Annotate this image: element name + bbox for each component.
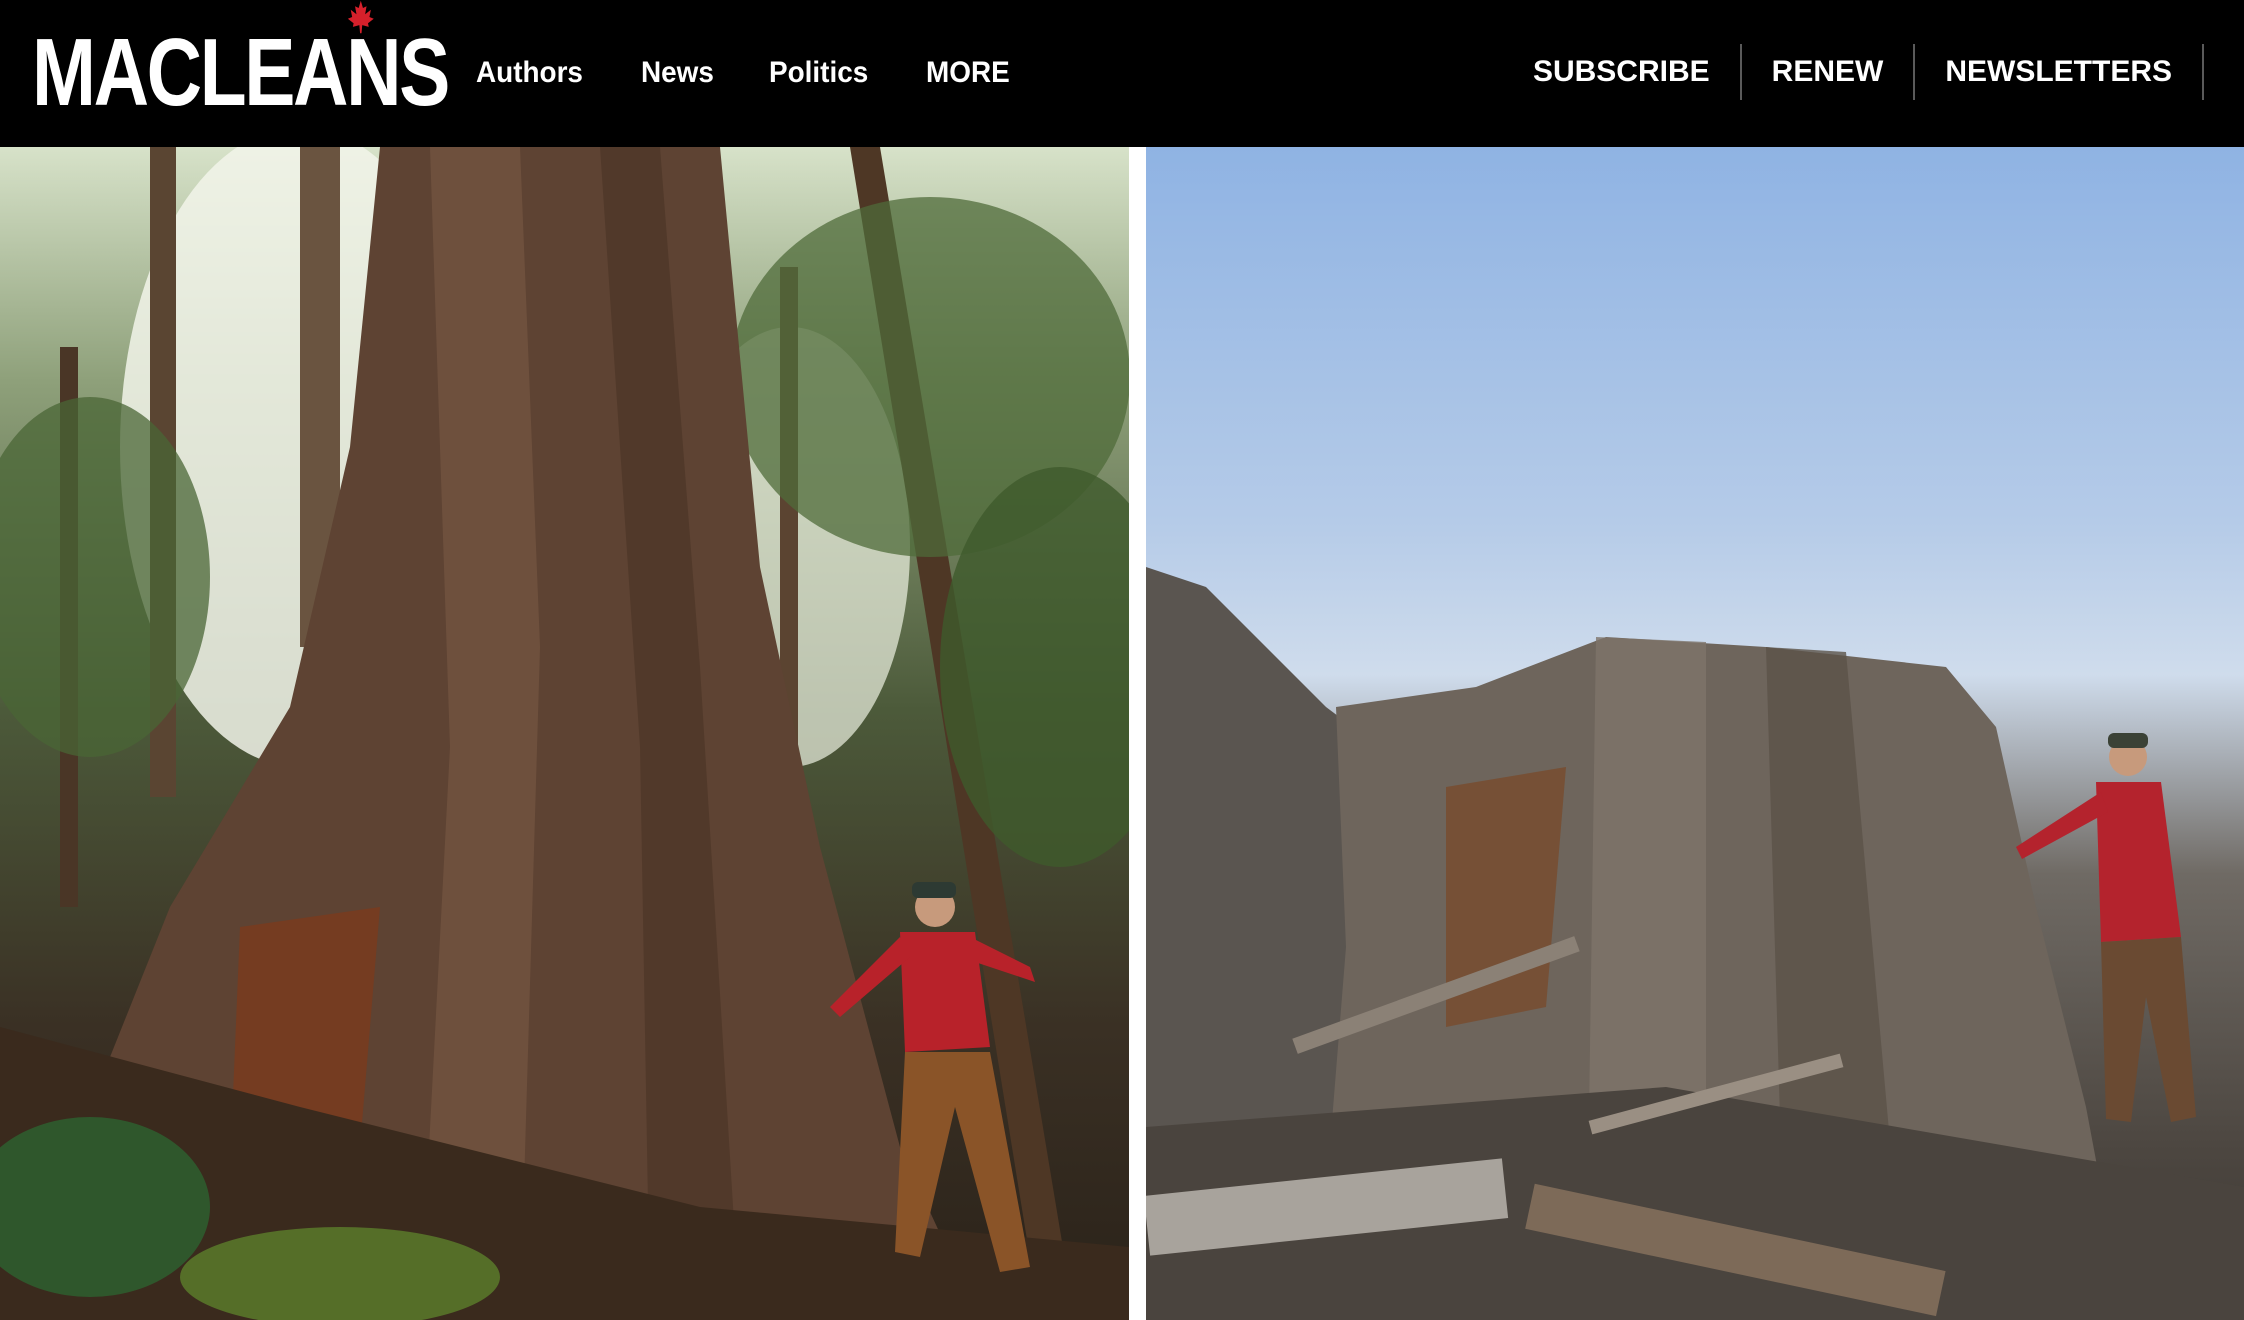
site-logo[interactable]: MACLEAN S <box>32 0 450 126</box>
logo-text-main: MACLEAN <box>32 19 402 126</box>
newsletters-link[interactable]: NEWSLETTERS <box>1915 44 2204 100</box>
photo-old-growth-cedar <box>0 147 1129 1320</box>
site-header: MACLEAN S Authors News Politics MORE SUBS… <box>0 0 2244 147</box>
nav-item-more[interactable]: MORE <box>926 56 1010 90</box>
nav-item-politics[interactable]: Politics <box>769 56 868 90</box>
photo-divider <box>1129 147 1146 1320</box>
nav-item-news[interactable]: News <box>641 56 714 90</box>
account-links: SUBSCRIBE RENEW NEWSLETTERS <box>1533 44 2204 100</box>
subscribe-link[interactable]: SUBSCRIBE <box>1533 44 1742 100</box>
renew-link[interactable]: RENEW <box>1742 44 1916 100</box>
logo-text-suffix: S <box>399 19 450 126</box>
forest-illustration <box>0 147 1129 1320</box>
primary-nav: Authors News Politics MORE <box>476 48 1066 98</box>
photo-cedar-stump-clearcut <box>1146 147 2244 1320</box>
nav-item-authors[interactable]: Authors <box>476 56 583 90</box>
clearcut-illustration <box>1146 567 2244 1320</box>
